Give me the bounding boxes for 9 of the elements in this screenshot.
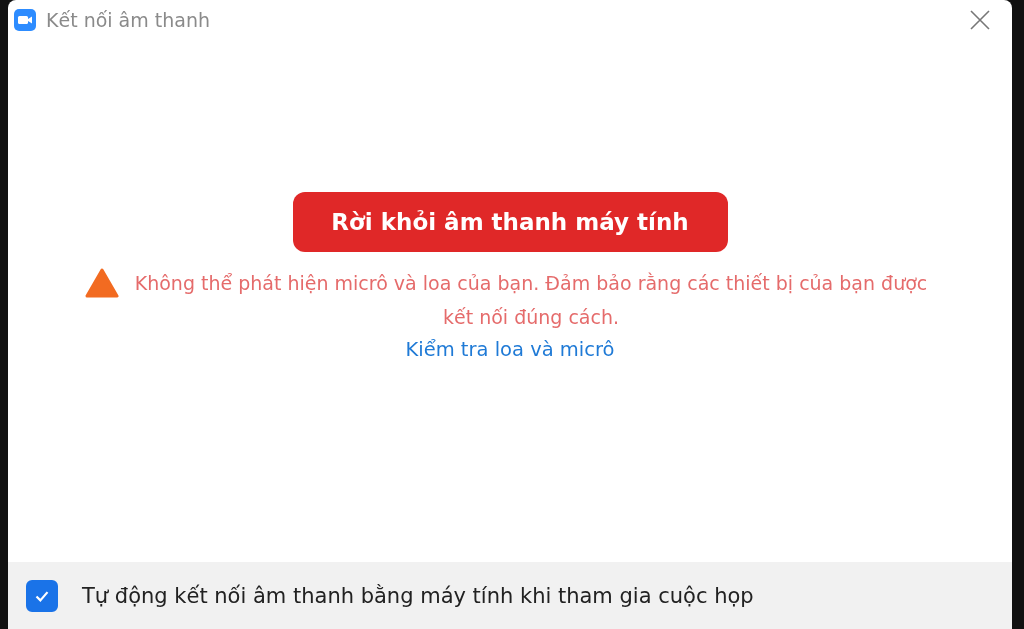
- auto-connect-checkbox[interactable]: [26, 579, 58, 612]
- camera-icon: [14, 9, 36, 31]
- leave-audio-button[interactable]: Rời khỏi âm thanh máy tính: [292, 192, 728, 252]
- window-title: Kết nối âm thanh: [46, 9, 212, 31]
- close-icon[interactable]: [970, 10, 990, 30]
- auto-connect-label: Tự động kết nối âm thanh bằng máy tính khi tham gia cuộc họp: [82, 583, 754, 608]
- warning-message: Không thể phát hiện micrô và loa của bạn. Đảm bảo rằng các thiết bị của bạn được kết nối đúng cách.: [133, 271, 929, 330]
- warning-icon: [85, 268, 119, 298]
- test-speaker-link[interactable]: Kiểm tra loa và micrô: [405, 338, 615, 361]
